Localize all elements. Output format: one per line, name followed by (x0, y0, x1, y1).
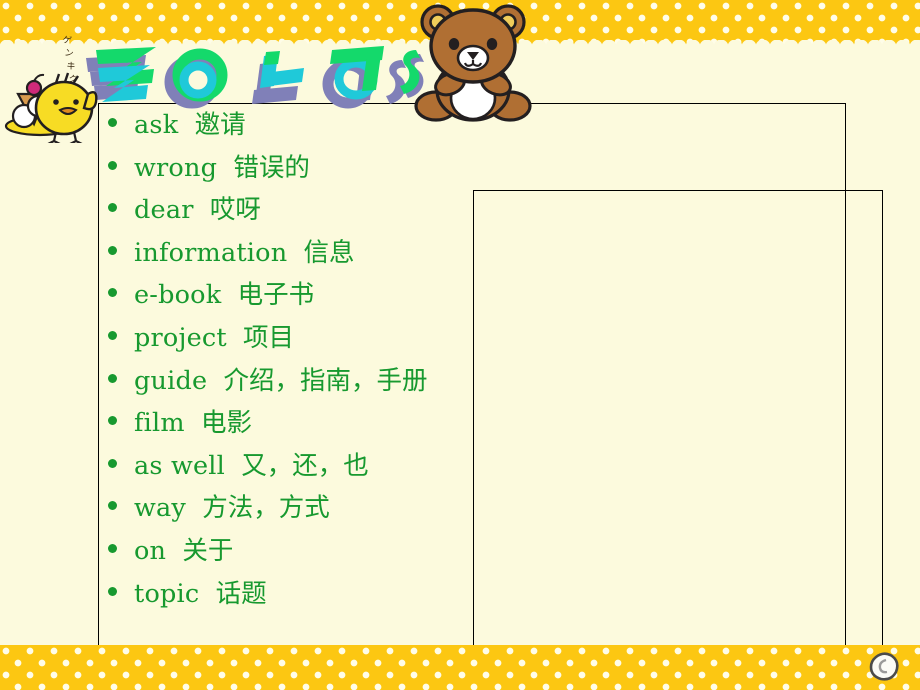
vocab-term: topic (134, 578, 200, 609)
vocab-gloss: 项目 (243, 322, 295, 353)
vocab-list-item: film 电影 (108, 402, 868, 445)
title-letter-r-icon (252, 51, 304, 104)
bullet-icon (108, 586, 117, 596)
vocab-gloss: 信息 (303, 237, 355, 268)
vocab-list-item: dear 哎呀 (108, 189, 868, 232)
vocab-gloss: 哎呀 (209, 195, 261, 226)
bullet-icon (108, 245, 117, 255)
bullet-icon (108, 458, 117, 468)
vocab-term: information (134, 237, 288, 268)
vocabulary-list: ask 邀请 wrong 错误的 dear 哎呀 information 信息 … (108, 104, 868, 615)
bullet-icon (108, 416, 117, 426)
vocab-list-item: topic 话题 (108, 573, 868, 616)
svg-text:ゲ: ゲ (61, 33, 72, 47)
vocab-list-item: on 关于 (108, 530, 868, 573)
bullet-icon (108, 203, 117, 213)
vocab-term: ask (134, 110, 179, 140)
vocab-gloss: 话题 (215, 578, 267, 609)
vocab-term: way (134, 493, 187, 524)
vocab-term: e-book (134, 280, 222, 311)
title-letter-o-icon (164, 48, 228, 109)
vocab-term: on (134, 535, 167, 566)
vocab-gloss: 电子书 (237, 280, 315, 311)
bullet-icon (108, 543, 117, 553)
slide-canvas: Words ゲ ン キ ク マ (0, 0, 920, 690)
vocab-term: dear (134, 195, 194, 226)
vocab-term: guide (134, 365, 208, 396)
vocab-gloss: 关于 (182, 535, 234, 566)
pebble-sticker-icon (869, 651, 900, 681)
chick-mascot-icon: ゲ ン キ ク マ (2, 28, 112, 145)
title-letter-d-icon (322, 46, 384, 109)
vocab-list-item: wrong 错误的 (108, 147, 868, 190)
vocab-gloss: 又，还，也 (241, 450, 369, 481)
vocab-term: wrong (134, 152, 218, 183)
bottom-decorative-border (0, 645, 920, 690)
vocab-list-item: way 方法，方式 (108, 487, 868, 530)
vocab-gloss: 方法，方式 (202, 493, 330, 524)
bullet-icon (108, 288, 117, 298)
vocab-term: film (134, 408, 185, 439)
vocab-list-item: project 项目 (108, 317, 868, 360)
vocab-gloss: 错误的 (233, 152, 310, 183)
bullet-icon (108, 501, 117, 511)
bullet-icon (108, 330, 117, 340)
vocab-gloss: 电影 (200, 408, 252, 439)
vocab-term: project (134, 322, 227, 353)
svg-text:キ: キ (65, 61, 76, 73)
vocab-list-item: information 信息 (108, 232, 868, 275)
slide-title-wordart: Words (84, 42, 444, 110)
vocab-list-item: e-book 电子书 (108, 274, 868, 317)
vocab-gloss: 介绍，指南，手册 (223, 365, 428, 396)
bullet-icon (108, 373, 117, 383)
bear-mascot-icon (410, 0, 535, 126)
bullet-icon (108, 160, 117, 170)
vocab-gloss: 邀请 (194, 110, 246, 140)
vocab-list-item: guide 介绍，指南，手册 (108, 360, 868, 403)
svg-text:ン: ン (63, 48, 74, 60)
vocab-term: as well (134, 450, 226, 481)
vocab-list-item: as well 又，还，也 (108, 445, 868, 488)
